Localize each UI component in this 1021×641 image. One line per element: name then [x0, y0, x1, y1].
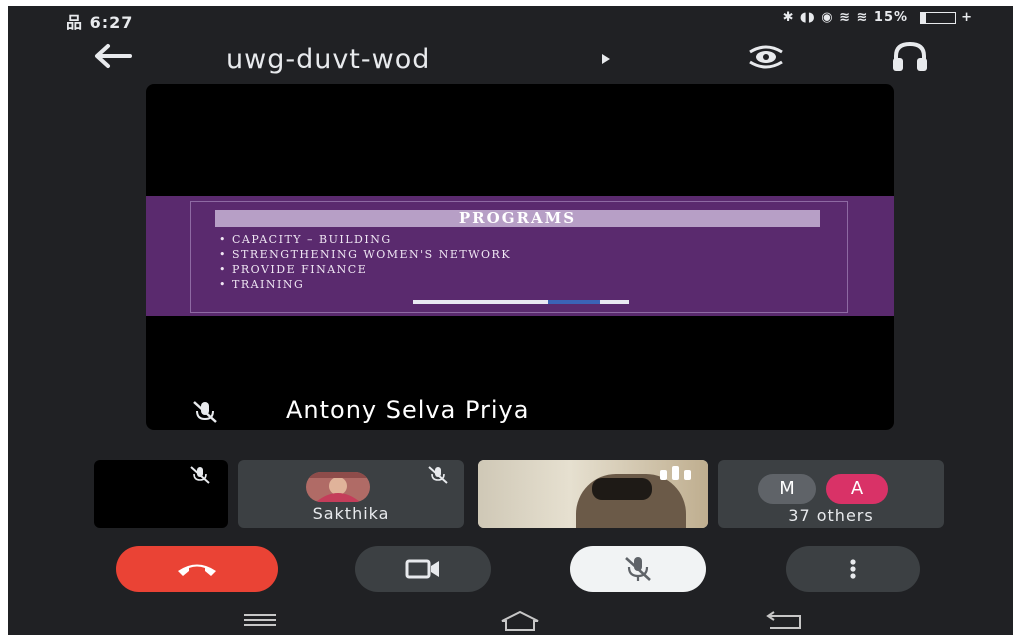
more-vert-icon	[850, 559, 856, 579]
switch-camera-icon	[749, 45, 783, 69]
slide-item: • CAPACITY – BUILDING	[219, 233, 392, 246]
audio-output-button[interactable]	[890, 40, 930, 74]
avatar: M	[758, 474, 816, 504]
slide-list: • CAPACITY – BUILDING • STRENGTHENING WO…	[219, 232, 511, 292]
mic-button[interactable]	[570, 546, 706, 592]
mic-off-icon	[428, 466, 448, 484]
recents-button[interactable]	[230, 606, 290, 634]
participant-tile-self[interactable]	[94, 460, 228, 528]
status-bar: 品 6:27 ✱ ◖◗ ◉ ≋ ≋ 15% +	[8, 6, 1013, 32]
camera-icon	[405, 559, 439, 579]
back-arrow-icon	[95, 44, 132, 68]
home-button[interactable]	[490, 606, 550, 634]
back-button[interactable]	[88, 42, 136, 74]
menu-lines-icon	[244, 614, 276, 626]
slide-title: PROGRAMS	[215, 210, 820, 227]
speaker-name: Antony Selva Priya	[286, 396, 530, 424]
more-options-button[interactable]	[786, 546, 920, 592]
participant-tile-video[interactable]	[478, 460, 708, 528]
slide-item: • TRAINING	[219, 278, 305, 291]
slide-progress-bar	[413, 300, 629, 304]
status-icons: ✱ ◖◗ ◉ ≋ ≋ 15%	[782, 10, 909, 25]
participant-glasses	[592, 478, 652, 500]
participant-name: Sakthika	[312, 504, 390, 523]
end-call-button[interactable]	[116, 546, 278, 592]
system-nav-bar	[8, 604, 1013, 635]
presentation-tile[interactable]: PROGRAMS • CAPACITY – BUILDING • STRENGT…	[146, 84, 894, 430]
battery-icon	[919, 11, 956, 24]
mic-off-icon	[190, 466, 210, 484]
participant-tile-others[interactable]: M A 37 others	[718, 460, 944, 528]
caret-right-icon[interactable]	[602, 54, 610, 64]
back-nav-icon	[766, 611, 801, 629]
speaking-indicator-icon	[660, 466, 696, 480]
home-icon	[501, 610, 539, 631]
mic-off-icon	[193, 401, 217, 423]
participant-tile-sakthika[interactable]: Sakthika	[238, 460, 464, 528]
meet-screen: 品 6:27 ✱ ◖◗ ◉ ≋ ≋ 15% + uwg-duvt-wod PRO…	[8, 6, 1013, 635]
avatar	[306, 472, 370, 502]
headphones-icon	[893, 41, 927, 71]
status-time: 品 6:27	[66, 13, 134, 32]
meeting-code[interactable]: uwg-duvt-wod	[226, 44, 430, 75]
others-count: 37 others	[788, 506, 874, 525]
mic-off-icon	[625, 557, 651, 581]
meeting-header: uwg-duvt-wod	[8, 34, 1013, 78]
slide-item: • STRENGTHENING WOMEN'S NETWORK	[219, 248, 512, 261]
status-indicators: ✱ ◖◗ ◉ ≋ ≋ 15% +	[783, 10, 973, 25]
camera-button[interactable]	[355, 546, 491, 592]
slide-frame: PROGRAMS • CAPACITY – BUILDING • STRENGT…	[190, 201, 848, 313]
shared-slide: PROGRAMS • CAPACITY – BUILDING • STRENGT…	[146, 196, 894, 316]
end-call-icon	[178, 564, 216, 576]
back-nav-button[interactable]	[756, 606, 816, 634]
switch-camera-button[interactable]	[746, 40, 786, 74]
avatar: A	[826, 474, 888, 504]
charging-indicator: +	[961, 10, 973, 25]
slide-item: • PROVIDE FINANCE	[219, 263, 368, 276]
